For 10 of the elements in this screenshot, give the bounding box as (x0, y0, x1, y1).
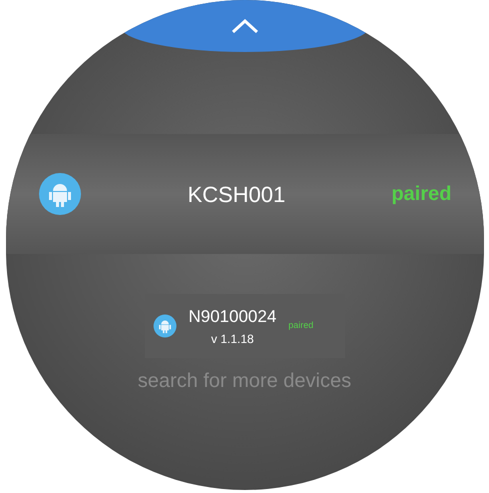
status-label: paired (391, 182, 452, 207)
device-name: KCSH001 (186, 180, 286, 208)
android-robot-icon (38, 172, 82, 216)
version-label: v 1.1.18 (211, 330, 254, 348)
device-row[interactable]: N90100024 v 1.1.18 paired (144, 294, 344, 358)
android-robot-icon (152, 314, 176, 338)
chevron-up-icon (230, 18, 260, 34)
status-label: paired (288, 319, 314, 332)
device-name: N90100024 (188, 306, 276, 328)
device-row[interactable]: KCSH001 paired (6, 134, 484, 254)
